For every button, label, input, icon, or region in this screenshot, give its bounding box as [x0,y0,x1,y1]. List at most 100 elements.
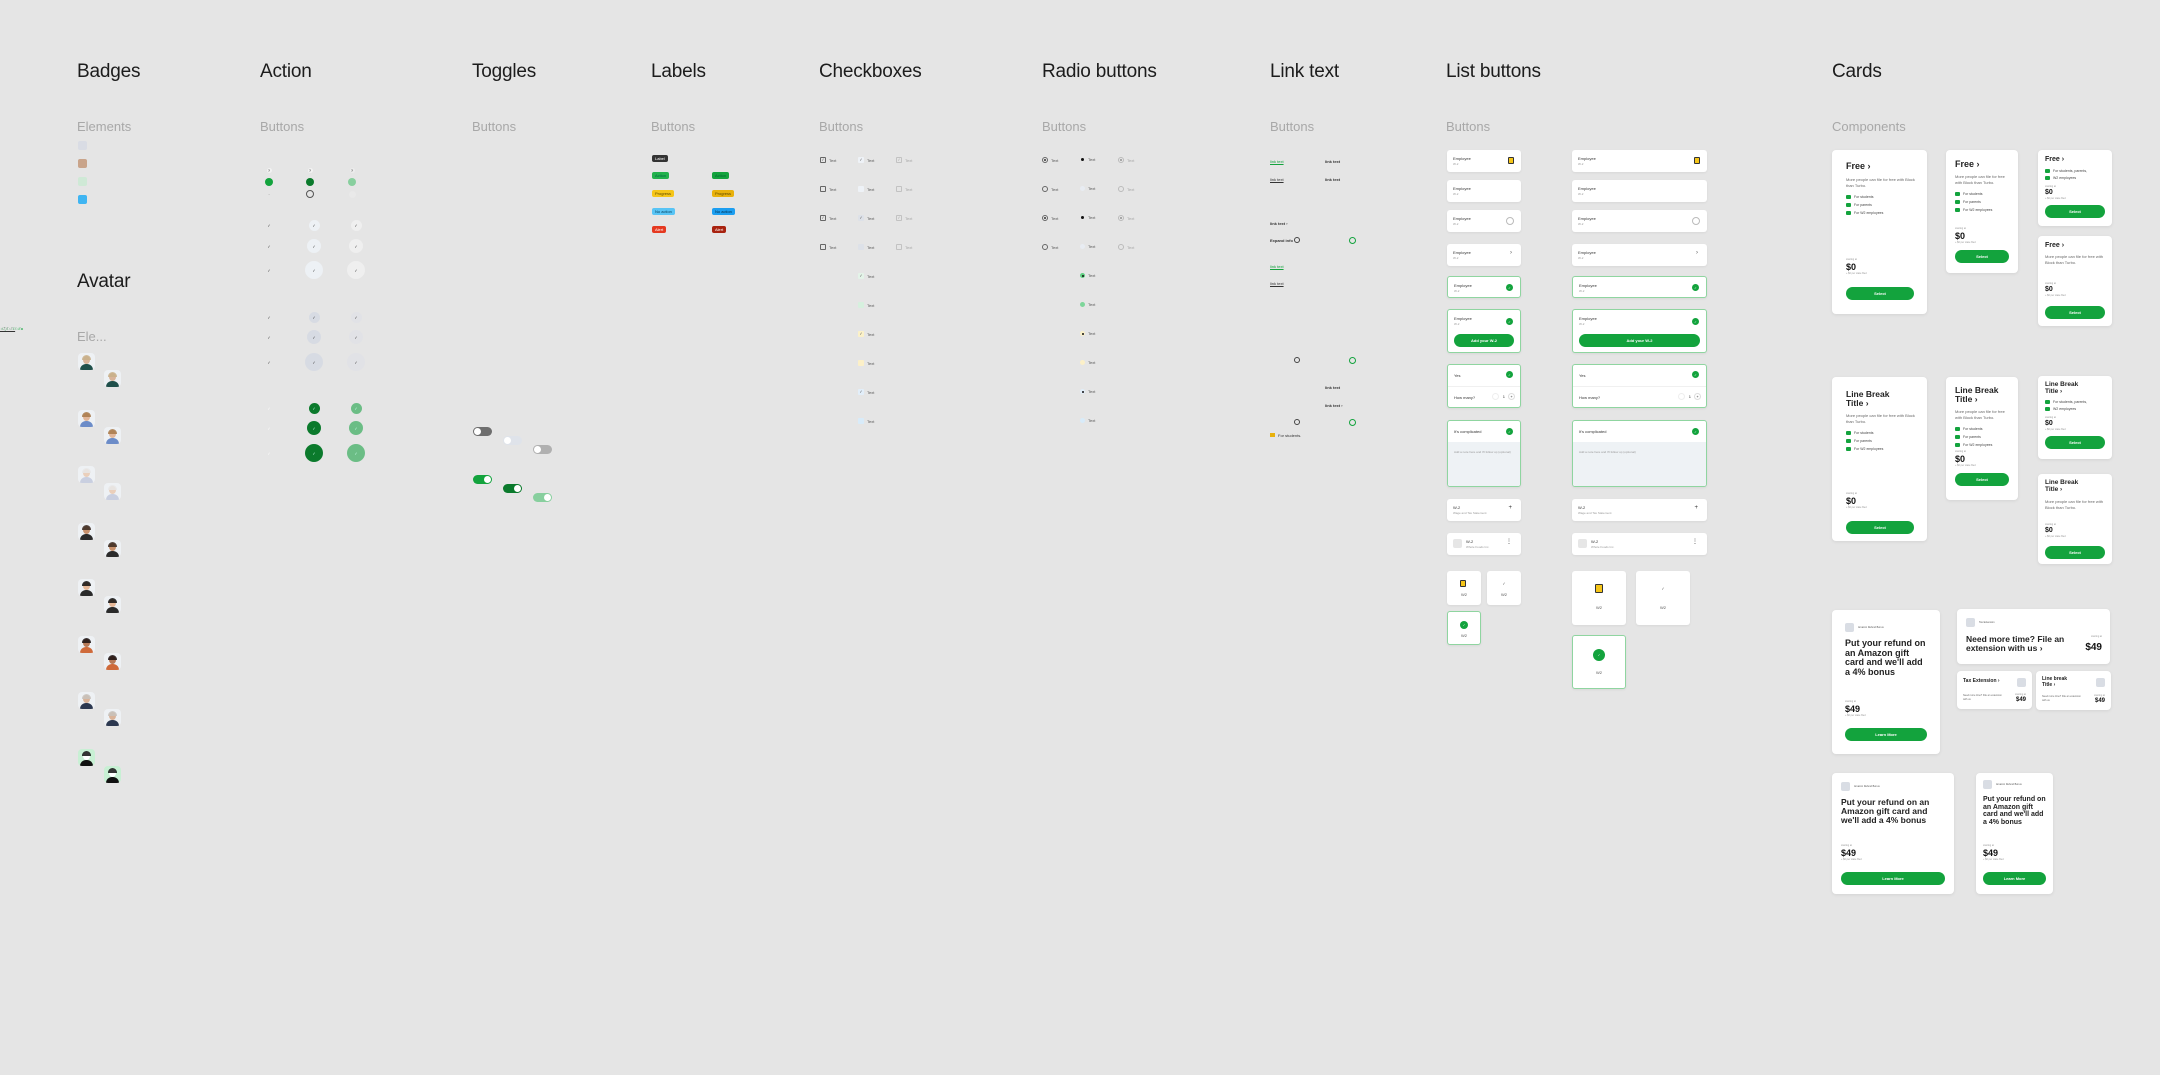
action-button[interactable]: · [267,192,271,197]
select-button[interactable]: Select [2045,205,2105,218]
list-button-employee-add[interactable]: Employee W-2 ✓ Add your W-2 [1572,309,1707,353]
checkbox-disabled[interactable]: ✓ Text [896,157,912,163]
checkbox-colored[interactable]: ✓ Text [858,331,874,337]
checkbox-disabled[interactable]: Text [896,244,912,250]
tile-button-w2[interactable]: ✓ W2 [1636,571,1690,625]
select-button[interactable]: Select [2045,306,2105,319]
increment-button[interactable]: + [1508,393,1515,400]
checkbox-filled[interactable]: ✓ Text [858,157,874,163]
icon-action-button[interactable]: ✓ [308,219,320,231]
list-button-w2-wage[interactable]: W-2 Wage and Tax Statement + [1447,499,1521,521]
link-text[interactable]: link text [1270,159,1284,164]
icon-action-button[interactable]: ✓ [349,421,363,435]
toggle-off-hover[interactable] [533,445,552,454]
icon-action-button[interactable]: ✓ [308,311,320,323]
link-text[interactable]: link text [1325,159,1340,164]
radio-button-colored[interactable]: Text [1080,418,1095,423]
list-button-employee[interactable]: Employee W-2 [1572,180,1707,202]
link-text[interactable]: link text › [1270,221,1288,226]
tile-button-w2[interactable]: ✓ W2 [1447,611,1481,645]
icon-action-button[interactable]: ✓ [264,312,275,323]
radio-button[interactable]: Text [1042,244,1058,250]
icon-action-button[interactable]: ✓ [308,402,320,414]
action-button[interactable] [306,178,314,186]
action-button[interactable] [348,190,356,198]
more-options-icon[interactable]: ⋮ [1506,538,1512,545]
select-button[interactable]: Select [2045,546,2105,559]
action-button[interactable]: ? [349,167,355,173]
note-textarea[interactable]: Add a note here and I'll follow up (opti… [1454,449,1514,455]
toggle-on-disabled[interactable] [533,493,552,502]
toggle-on[interactable] [473,475,492,484]
icon-action-button[interactable]: ✓ [350,311,362,323]
icon-action-button[interactable]: ✓ [305,444,323,462]
add-w2-button[interactable]: Add your W-2 [1454,334,1514,347]
icon-action-button[interactable]: ✓ [347,353,365,371]
learn-more-button[interactable]: Learn More [1841,872,1945,885]
list-button-yes[interactable]: Yes ✓ How many? 1 + [1447,364,1521,408]
list-button-employee[interactable]: Employee W-2 [1572,210,1707,232]
icon-action-button[interactable]: ✓ [264,403,275,414]
list-button-complicated[interactable]: It's complicated ✓ Add a note here and I… [1447,420,1521,487]
list-button-w2-employer[interactable]: W-2 Whole Foods Inc. ⋮ [1447,533,1521,555]
icon-action-button[interactable]: ✓ [260,444,278,462]
radio-button-disabled[interactable]: Text [1118,157,1134,163]
icon-action-button[interactable]: ✓ [260,261,278,279]
radio-button[interactable]: Text [1042,215,1058,221]
increment-button[interactable]: + [1694,393,1701,400]
toggle-off-disabled[interactable] [503,436,522,445]
checkbox-filled[interactable]: ✓ Text [858,215,874,221]
link-text[interactable]: Expand info [1270,238,1293,243]
link-text[interactable]: link text [1270,281,1284,286]
icon-action-button[interactable]: ✓ [307,330,321,344]
checkbox-disabled[interactable]: Text [896,186,912,192]
list-button-employee-add[interactable]: Employee W-2 ✓ Add your W-2 [1447,309,1521,353]
checkbox-filled[interactable]: Text [858,244,874,250]
add-w2-button[interactable]: Add your W-2 [1579,334,1700,347]
radio-button-disabled[interactable]: Text [1118,244,1134,250]
list-button-employee[interactable]: Employee W-2 [1447,150,1521,172]
learn-more-button[interactable]: Learn More [1845,728,1927,741]
radio-button-colored[interactable]: Text [1080,360,1095,365]
icon-action-button[interactable]: ✓ [262,239,276,253]
radio-button-disabled[interactable]: Text [1118,186,1134,192]
icon-action-button[interactable]: ✓ [262,330,276,344]
add-icon[interactable]: + [1508,505,1512,511]
tile-button-w2[interactable]: ✓ W2 [1487,571,1521,605]
more-options-icon[interactable]: ⋮ [1692,538,1698,545]
radio-button-filled[interactable]: Text [1080,215,1095,220]
checkbox-colored[interactable]: ✓ Text [858,273,874,279]
icon-action-button[interactable]: ✓ [305,353,323,371]
action-button[interactable] [306,190,314,198]
select-button[interactable]: Select [1955,250,2009,263]
link-text[interactable]: link text [1325,177,1340,182]
action-button[interactable]: ? [307,167,313,173]
radio-button[interactable]: Text [1042,186,1058,192]
tile-button-w2[interactable]: W2 [1572,571,1626,625]
radio-button-filled[interactable]: Text [1080,157,1095,162]
list-button-employee[interactable]: Employee W-2 [1447,180,1521,202]
checkbox-colored[interactable]: Text [858,360,874,366]
icon-action-button[interactable]: ✓ [350,402,362,414]
tile-button-w2[interactable]: W2 [1447,571,1481,605]
checkbox-filled[interactable]: Text [858,186,874,192]
checkbox[interactable]: ✓ Text [820,215,836,221]
list-button-employee-selected[interactable]: Employee W-2 ✓ [1447,276,1521,298]
note-textarea[interactable]: Add a note here and I'll follow up (opti… [1579,449,1700,455]
list-button-employee[interactable]: Employee W-2 [1572,150,1707,172]
radio-button-filled[interactable]: Text [1080,186,1095,191]
link-text[interactable]: link text [1270,264,1284,269]
checkbox[interactable]: Text [820,244,836,250]
radio-button[interactable]: Text [1042,157,1058,163]
link-text[interactable]: Expand info [0,326,21,331]
radio-button-colored[interactable]: Text [1080,389,1095,394]
select-button[interactable]: Select [1846,521,1914,534]
link-text[interactable]: link text [1325,385,1340,390]
list-button-w2-employer[interactable]: W-2 Whole Foods Inc. ⋮ [1572,533,1707,555]
checkbox-colored[interactable]: Text [858,418,874,424]
list-button-employee[interactable]: Employee W-2 [1447,210,1521,232]
icon-action-button[interactable]: ✓ [262,421,276,435]
radio-button-colored[interactable]: Text [1080,273,1095,278]
icon-action-button[interactable]: ✓ [305,261,323,279]
icon-action-button[interactable]: ✓ [347,261,365,279]
